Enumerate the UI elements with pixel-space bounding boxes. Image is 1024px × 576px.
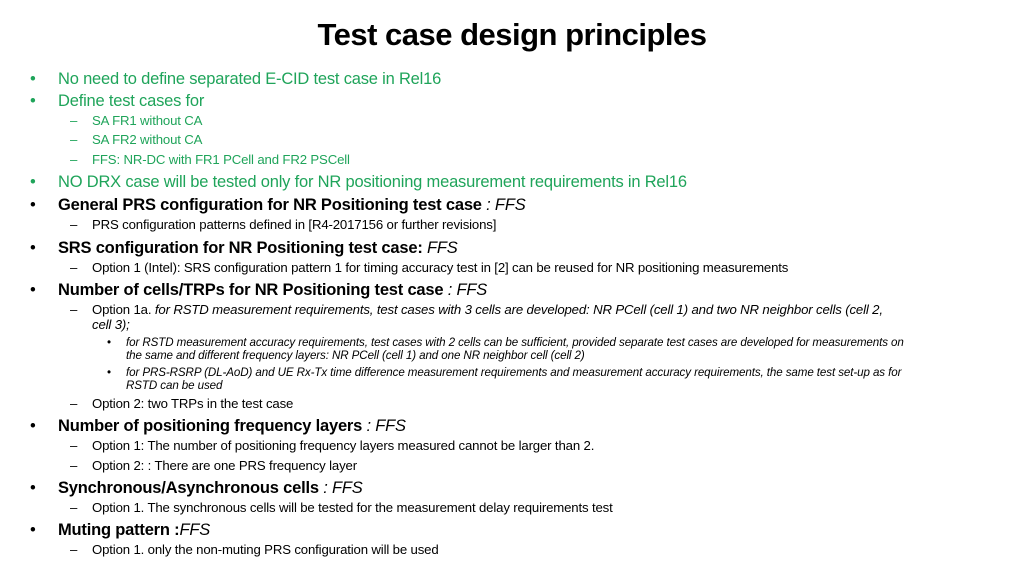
dash-icon: – [70,458,78,473]
bullet-text: Option 1. only the non-muting PRS config… [92,542,439,557]
bullet-text: SA FR2 without CA [92,132,203,147]
bullet-level-1: Muting pattern :FFS [58,521,210,540]
bullet-text: : FFS [443,281,488,299]
bullet-text: Option 2: : There are one PRS frequency … [92,458,357,473]
bullet-level-3: for PRS-RSRP (DL-AoD) and UE Rx-Tx time … [126,366,901,379]
bullet-heading: Number of positioning frequency layers [58,417,363,435]
bullet-text: SA FR1 without CA [92,113,203,128]
bullet-text: PRS configuration patterns defined in [R… [92,217,497,232]
bullet-level-2: cell 3); [92,317,130,332]
bullet-icon: • [30,92,36,110]
bullet-text: Option 1a. [92,302,155,317]
bullet-level-1: General PRS configuration for NR Positio… [58,196,526,215]
bullet-icon: • [30,521,36,539]
bullet-text: FFS: NR-DC with FR1 PCell and FR2 PSCell [92,152,350,167]
dash-icon: – [70,217,78,232]
dash-icon: – [70,302,78,317]
bullet-text: the same and different frequency layers:… [126,349,585,362]
bullet-level-3: for RSTD measurement accuracy requiremen… [126,336,904,349]
dash-icon: – [70,132,78,147]
bullet-level-1: Synchronous/Asynchronous cells : FFS [58,479,363,498]
bullet-level-1: Define test cases for [58,92,204,111]
bullet-icon: • [30,239,36,257]
bullet-icon: • [107,336,111,349]
bullet-icon: • [30,479,36,497]
bullet-icon: • [30,173,36,191]
bullet-icon: • [30,70,36,88]
bullet-level-2: Option 2: : There are one PRS frequency … [92,458,357,473]
bullet-text: Option 2: two TRPs in the test case [92,396,294,411]
bullet-level-3: the same and different frequency layers:… [126,349,585,362]
bullet-level-1: No need to define separated E-CID test c… [58,70,441,89]
bullet-heading: General PRS configuration for NR Positio… [58,196,482,214]
bullet-icon: • [30,281,36,299]
bullet-icon: • [30,417,36,435]
bullet-text: RSTD can be used [126,379,223,392]
bullet-text: : FFS [481,196,526,214]
bullet-text: FFS [422,239,458,257]
bullet-text: for PRS-RSRP (DL-AoD) and UE Rx-Tx time … [126,366,902,379]
dash-icon: – [70,152,78,167]
dash-icon: – [70,500,78,515]
bullet-level-2: PRS configuration patterns defined in [R… [92,217,496,232]
bullet-text: cell 3); [92,317,130,332]
bullet-level-2: SA FR2 without CA [92,132,202,147]
slide-title: Test case design principles [317,17,707,52]
bullet-heading: Synchronous/Asynchronous cells [58,479,319,497]
bullet-heading: SRS configuration for NR Positioning tes… [58,239,423,257]
dash-icon: – [70,260,78,275]
bullet-level-2: Option 2: two TRPs in the test case [92,396,293,411]
bullet-text: No need to define separated E-CID test c… [58,70,442,88]
bullet-heading: Muting pattern : [58,521,180,539]
bullet-text: for RSTD measurement requirements, test … [154,302,883,317]
bullet-level-1: Number of positioning frequency layers :… [58,417,406,436]
bullet-text: Option 1: The number of positioning freq… [92,438,595,453]
bullet-level-2: Option 1: The number of positioning freq… [92,438,594,453]
dash-icon: – [70,113,78,128]
bullet-level-1: NO DRX case will be tested only for NR p… [58,173,687,192]
bullet-text: NO DRX case will be tested only for NR p… [58,173,687,191]
bullet-level-2: Option 1a. for RSTD measurement requirem… [92,302,883,317]
bullet-text: Option 1 (Intel): SRS configuration patt… [92,260,789,275]
bullet-icon: • [30,196,36,214]
bullet-level-2: FFS: NR-DC with FR1 PCell and FR2 PSCell [92,152,350,167]
bullet-icon: • [107,366,111,379]
dash-icon: – [70,542,78,557]
bullet-text: : FFS [362,417,407,435]
bullet-heading: Number of cells/TRPs for NR Positioning … [58,281,444,299]
bullet-text: Option 1. The synchronous cells will be … [92,500,613,515]
bullet-level-2: SA FR1 without CA [92,113,202,128]
bullet-level-1: Number of cells/TRPs for NR Positioning … [58,281,487,300]
bullet-text: Define test cases for [58,92,205,110]
bullet-text: FFS [179,521,211,539]
bullet-level-1: SRS configuration for NR Positioning tes… [58,239,458,258]
dash-icon: – [70,438,78,453]
bullet-level-2: Option 1. only the non-muting PRS config… [92,542,439,557]
bullet-level-2: Option 1 (Intel): SRS configuration patt… [92,260,788,275]
bullet-text: : FFS [318,479,363,497]
bullet-text: for RSTD measurement accuracy requiremen… [126,336,904,349]
bullet-level-2: Option 1. The synchronous cells will be … [92,500,613,515]
bullet-level-3: RSTD can be used [126,379,222,392]
dash-icon: – [70,396,78,411]
